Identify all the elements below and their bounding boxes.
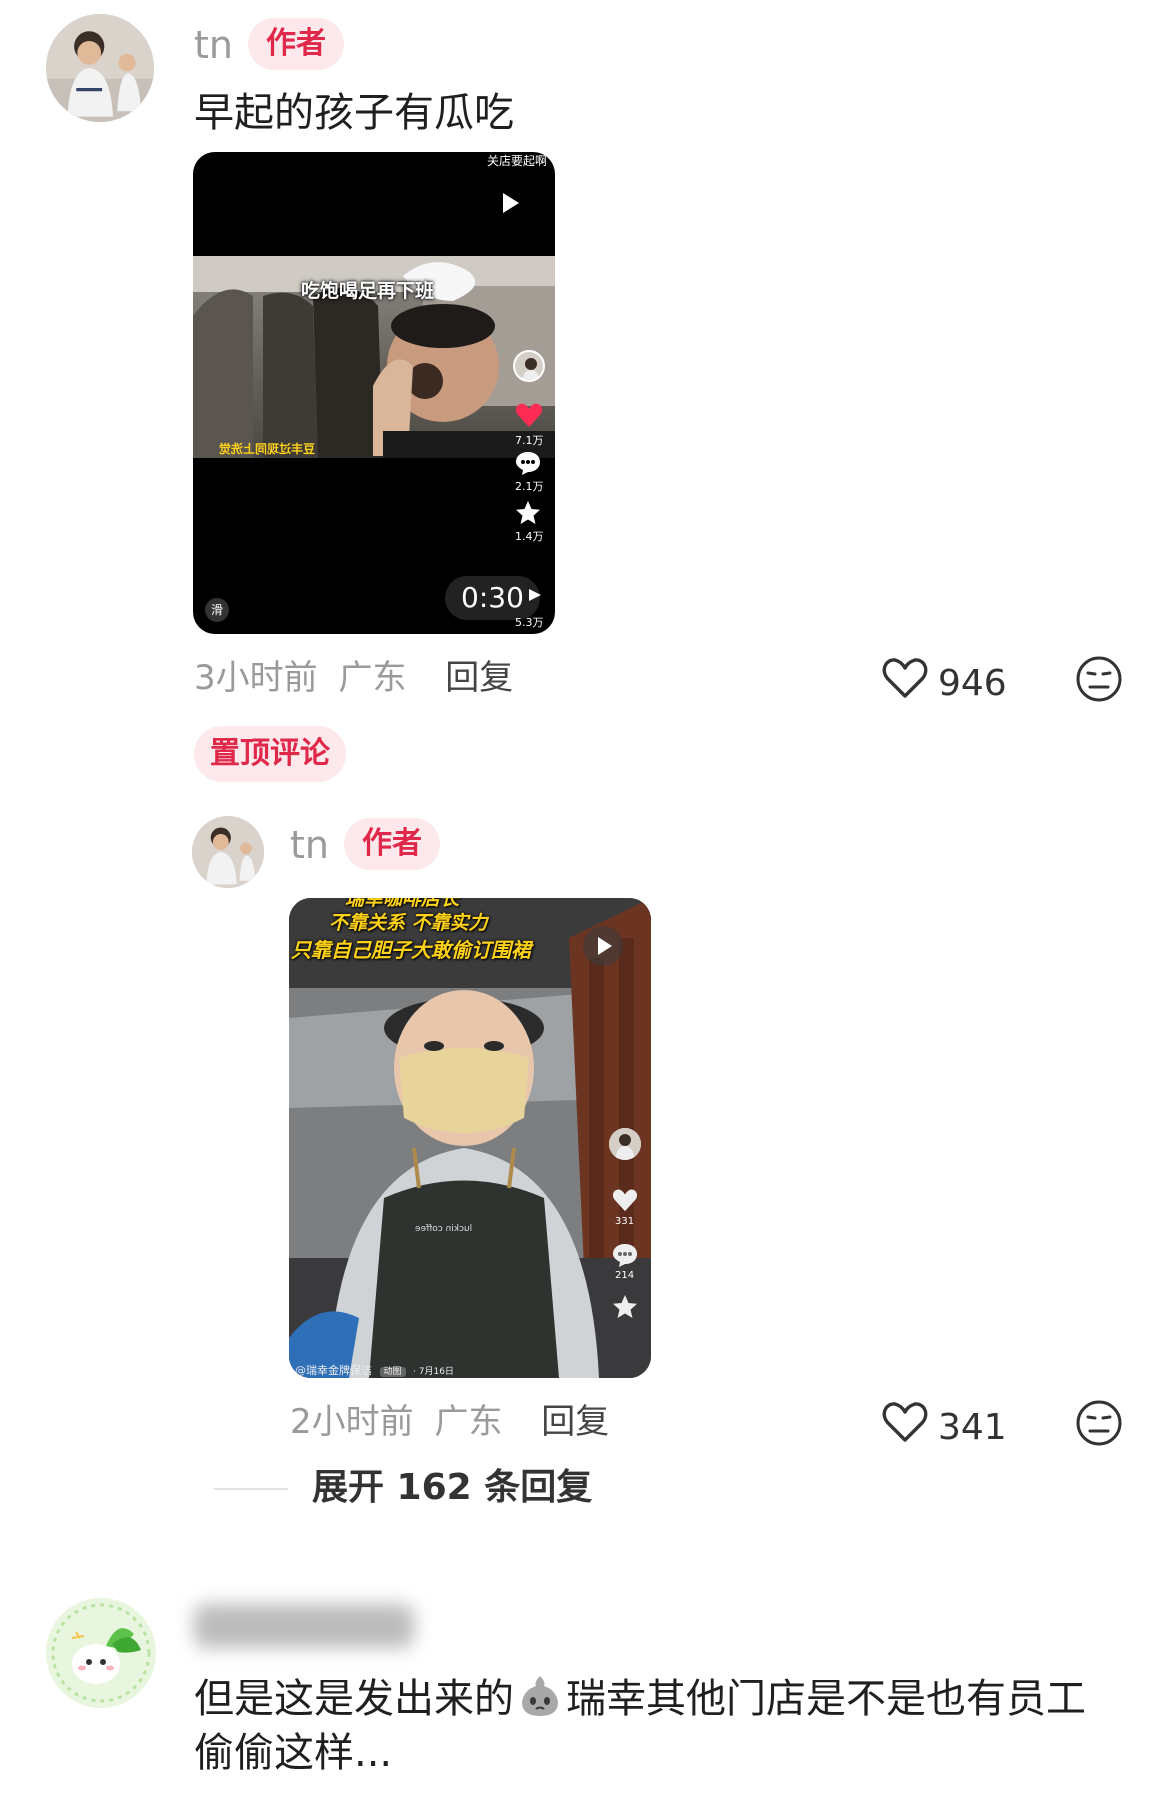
reply-author-avatar[interactable] xyxy=(192,816,264,888)
reply-time: 2小时前 xyxy=(290,1402,414,1442)
video-comment-count: 214 xyxy=(615,1270,635,1281)
video-footer: @瑞幸金牌保洁 动图 · 7月16日 xyxy=(295,1362,454,1378)
author-badge: 作者 xyxy=(248,18,344,70)
video-mirror-caption: 豆丰过现同上洗觉 xyxy=(219,442,316,456)
video-caption-line: 不靠关系 不靠实力 xyxy=(329,912,488,934)
username[interactable]: tn xyxy=(290,822,329,868)
expand-divider xyxy=(214,1488,288,1490)
video-scene-caption: 吃饱喝足再下班 xyxy=(301,280,435,302)
apron-logo-text: luckin coffee xyxy=(415,1224,473,1234)
comment-text: 但是这是发出来的 瑞幸其他门店是不是也有员工偷偷这样... xyxy=(194,1672,1124,1780)
pinned-comment-badge: 置顶评论 xyxy=(194,726,346,782)
like-count: 341 xyxy=(938,1406,1007,1448)
play-icon[interactable] xyxy=(583,926,623,966)
comment-text-part: 但是这是发出来的 xyxy=(194,1676,514,1722)
reply-location: 广东 xyxy=(434,1402,503,1442)
comment-author-avatar[interactable] xyxy=(46,14,154,122)
comment-location: 广东 xyxy=(338,658,407,698)
reply-meta: 2小时前 广东 回复 xyxy=(290,1400,609,1444)
heart-outline-icon xyxy=(882,1400,928,1455)
comment-time: 3小时前 xyxy=(194,658,318,698)
like-count: 946 xyxy=(938,662,1007,704)
like-button[interactable]: 946 xyxy=(882,656,1007,711)
share-arrow-icon[interactable] xyxy=(527,586,543,604)
reply-button[interactable]: 回复 xyxy=(541,1402,609,1442)
video-like-count: 7.1万 xyxy=(515,434,544,447)
star-icon[interactable] xyxy=(515,500,541,526)
like-button[interactable]: 341 xyxy=(882,1400,1007,1455)
video-share-count: 5.3万 xyxy=(515,616,544,629)
heart-icon[interactable] xyxy=(612,1188,638,1212)
dislike-face-icon[interactable] xyxy=(1074,1398,1124,1452)
video-footer-tag: 动图 xyxy=(379,1367,406,1377)
video-like-count: 331 xyxy=(615,1216,635,1227)
heart-icon[interactable] xyxy=(515,402,543,428)
heart-outline-icon xyxy=(882,656,928,711)
blurred-username[interactable] xyxy=(194,1604,414,1648)
expand-replies-button[interactable]: 展开 162 条回复 xyxy=(312,1466,592,1510)
username[interactable]: tn xyxy=(194,22,233,68)
video-comment-count: 2.1万 xyxy=(515,480,544,493)
creator-avatar-icon[interactable] xyxy=(609,1128,641,1160)
video-thumbnail[interactable]: 瑞幸咖啡店长 不靠关系 不靠实力 只靠自己胆子大敢偷订围裙 luckin cof… xyxy=(289,898,651,1378)
dislike-face-icon[interactable] xyxy=(1074,654,1124,708)
video-watermark: 滑 xyxy=(205,598,229,622)
commenter-avatar[interactable] xyxy=(46,1598,156,1708)
play-icon[interactable] xyxy=(497,190,523,216)
reply-button[interactable]: 回复 xyxy=(445,658,513,698)
creator-avatar-icon[interactable] xyxy=(513,350,545,382)
video-caption-line: 只靠自己胆子大敢偷订围裙 xyxy=(291,938,531,962)
comment-meta: 3小时前 广东 回复 xyxy=(194,656,513,700)
star-icon[interactable] xyxy=(612,1294,638,1320)
author-badge: 作者 xyxy=(344,818,440,870)
comment-bubble-icon[interactable] xyxy=(515,450,541,476)
video-footer-date: · 7月16日 xyxy=(413,1367,454,1377)
video-top-caption: 关店要起啊 xyxy=(486,154,547,168)
emoji-icon xyxy=(516,1672,564,1720)
comment-bubble-icon[interactable] xyxy=(612,1242,638,1268)
comment-text: 早起的孩子有瓜吃 xyxy=(194,90,514,136)
video-thumbnail[interactable]: 关店要起啊 吃饱喝足再下班 豆丰过现同上洗觉 7.1万 2.1万 1.4万 0:… xyxy=(193,152,555,634)
video-star-count: 1.4万 xyxy=(515,530,544,543)
video-footer-account: @瑞幸金牌保洁 xyxy=(295,1364,372,1377)
